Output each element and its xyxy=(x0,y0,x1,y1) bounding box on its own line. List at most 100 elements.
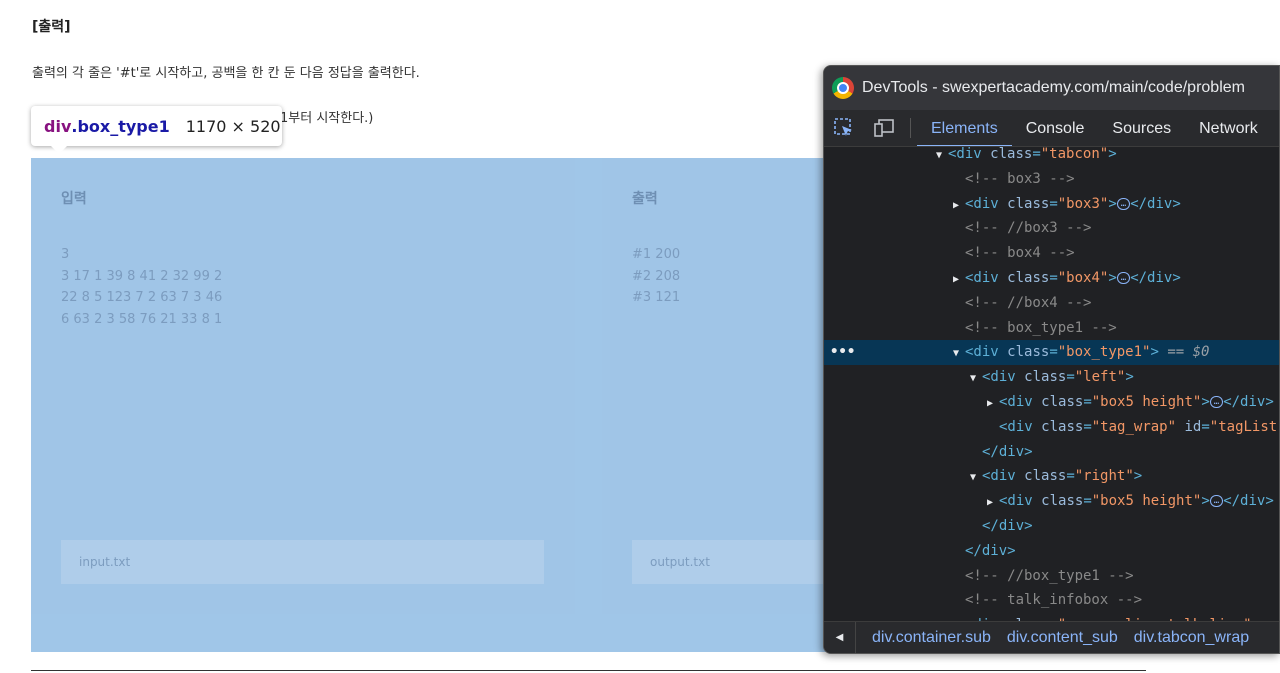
expand-right-icon[interactable]: ▶ xyxy=(953,194,965,219)
device-toolbar-icon[interactable] xyxy=(864,110,904,146)
output-line: #1 200 xyxy=(632,247,681,262)
dom-token: </div> xyxy=(1130,195,1181,212)
dom-token: > xyxy=(1108,147,1117,162)
output-description: 출력의 각 줄은 '#t'로 시작하고, 공백을 한 칸 둔 다음 정답을 출력… xyxy=(32,66,420,81)
dom-token: = xyxy=(1049,344,1058,361)
more-options-icon[interactable]: ••• xyxy=(830,340,855,365)
tab-elements[interactable]: Elements xyxy=(917,110,1012,146)
dom-row[interactable]: <!-- //box4 --> xyxy=(824,291,1279,316)
dom-tree[interactable]: ▼ <div class="tabcon"> <!-- box3 --> ▶ <div … xyxy=(824,147,1279,622)
breadcrumb-scroll-left-icon[interactable]: ◀ xyxy=(824,622,856,653)
devtools-titlebar[interactable]: DevTools - swexpertacademy.com/main/code… xyxy=(824,66,1279,110)
dom-token: <div xyxy=(982,468,1025,485)
dom-token: = xyxy=(1066,468,1075,485)
dom-token: > xyxy=(1108,270,1117,286)
page: [출력] 출력의 각 줄은 '#t'로 시작하고, 공백을 한 칸 둔 다음 정… xyxy=(0,0,1280,673)
dom-row[interactable]: <!-- //box_type1 --> xyxy=(824,564,1279,589)
dom-token: "box_type1" xyxy=(1057,344,1151,361)
devtools-window[interactable]: DevTools - swexpertacademy.com/main/code… xyxy=(823,65,1280,654)
dom-token: class xyxy=(1024,369,1067,386)
collapsed-children-badge[interactable]: … xyxy=(1116,197,1131,210)
dom-token: class xyxy=(1007,344,1050,361)
expand-down-icon[interactable]: ▼ xyxy=(970,466,982,491)
output-line: #2 208 xyxy=(632,268,681,284)
dom-token: <!-- //box_type1 --> xyxy=(965,567,1134,584)
output-description-2: 1부터 시작한다.) xyxy=(280,111,374,126)
dom-token: "tagList" xyxy=(1209,418,1279,435)
dom-token: "box3" xyxy=(1057,195,1109,212)
section-heading: [출력] xyxy=(32,19,71,35)
dom-token: class xyxy=(1041,493,1084,510)
dom-token: > xyxy=(1150,344,1159,361)
dom-row[interactable]: <!-- box4 --> xyxy=(824,241,1279,266)
dom-token: <!-- box_type1 --> xyxy=(965,319,1117,336)
expand-down-icon[interactable]: ▼ xyxy=(936,147,948,169)
dom-token: class xyxy=(1007,270,1050,286)
dom-token: <!-- box3 --> xyxy=(965,170,1075,187)
dom-row[interactable]: </div> xyxy=(824,539,1279,564)
dom-token: = xyxy=(1083,493,1092,510)
dom-row[interactable]: ▶ <div class="box5 height">… </div> xyxy=(824,489,1279,514)
tab-sources[interactable]: Sources xyxy=(1098,110,1185,146)
inspect-element-icon[interactable] xyxy=(824,110,864,146)
dom-row[interactable]: ▶ <div class="box4">… </div> xyxy=(824,266,1279,291)
input-line: 22 8 5 123 7 2 63 7 3 46 xyxy=(61,290,223,306)
dom-row[interactable]: ▶ <div class="box5 height">… </div> xyxy=(824,390,1279,415)
breadcrumb-item[interactable]: div.tabcon_wrap xyxy=(1134,629,1249,647)
collapsed-children-badge[interactable]: … xyxy=(1209,396,1224,408)
input-file-button[interactable]: input.txt xyxy=(61,540,544,584)
dom-token: class xyxy=(1041,394,1084,410)
dom-row[interactable]: </div> xyxy=(824,514,1279,539)
breadcrumb-item[interactable]: div.content_sub xyxy=(1007,629,1118,647)
tooltip-tag: div xyxy=(44,116,72,136)
dom-token: <!-- talk_infobox --> xyxy=(965,592,1143,609)
dom-token: id xyxy=(1184,418,1202,435)
dom-token: </div> xyxy=(982,443,1033,460)
dom-row[interactable]: <!-- talk_infobox --> xyxy=(824,588,1279,613)
dom-token: <!-- box4 --> xyxy=(965,245,1075,262)
collapsed-children-badge[interactable]: … xyxy=(1209,495,1224,508)
dom-row[interactable]: <!-- box3 --> xyxy=(824,167,1279,192)
dom-token: == $0 xyxy=(1158,344,1210,361)
dom-token: "box5 height" xyxy=(1091,493,1202,510)
dom-token: > xyxy=(1125,369,1134,386)
collapsed-children-badge[interactable]: … xyxy=(1116,272,1131,284)
input-data: 33 17 1 39 8 41 2 32 99 2 22 8 5 123 7 2 … xyxy=(61,244,222,330)
dom-row[interactable]: </div> xyxy=(824,440,1279,465)
dom-token: </div> xyxy=(982,518,1033,534)
expand-down-icon[interactable]: ▼ xyxy=(953,342,965,367)
tab-console[interactable]: Console xyxy=(1012,110,1099,146)
expand-right-icon[interactable]: ▶ xyxy=(953,268,965,293)
dom-token: class xyxy=(1041,418,1084,435)
dom-token: > xyxy=(1108,195,1117,212)
dom-token: = xyxy=(1083,418,1092,435)
dom-token: "left" xyxy=(1074,369,1126,386)
dom-token: > xyxy=(1201,394,1210,410)
dom-row[interactable]: <div class="tag_wrap" id="tagList" xyxy=(824,415,1279,440)
dom-row[interactable]: ▼ <div class="right"> xyxy=(824,464,1279,489)
input-line: 3 17 1 39 8 41 2 32 99 2 xyxy=(61,268,223,284)
dom-token: </div> xyxy=(965,542,1016,559)
breadcrumb-bar: ◀ div.container.sub div.content_sub div.… xyxy=(824,621,1279,653)
dom-row[interactable]: <!-- box_type1 --> xyxy=(824,316,1279,341)
chrome-icon xyxy=(832,77,854,99)
dom-token: </div> xyxy=(1223,493,1274,510)
dom-token: <div xyxy=(965,195,1008,212)
expand-right-icon[interactable]: ▶ xyxy=(987,491,999,516)
dom-token: class xyxy=(1007,195,1050,212)
dom-row[interactable]: <!-- //box3 --> xyxy=(824,216,1279,241)
dom-token: <div xyxy=(982,369,1025,386)
dom-token: <div xyxy=(965,344,1008,361)
breadcrumb-item[interactable]: div.container.sub xyxy=(872,629,991,647)
dom-token: "box4" xyxy=(1057,270,1109,286)
dom-row[interactable]: ▶ <div class="box3">… </div> xyxy=(824,192,1279,217)
dom-token: = xyxy=(1201,418,1210,435)
expand-right-icon[interactable]: ▶ xyxy=(987,392,999,417)
expand-down-icon[interactable]: ▼ xyxy=(970,367,982,392)
dom-row[interactable]: ▼ <div class="tabcon"> xyxy=(824,147,1279,167)
devtools-title: DevTools - swexpertacademy.com/main/code… xyxy=(862,79,1245,96)
tab-network[interactable]: Network xyxy=(1185,110,1272,146)
dom-row-selected[interactable]: ••• ▼ <div class="box_type1"> == $0 xyxy=(824,340,1279,367)
dom-row[interactable]: ▼ <div class="left"> xyxy=(824,365,1279,390)
dom-token: <div xyxy=(999,394,1042,410)
